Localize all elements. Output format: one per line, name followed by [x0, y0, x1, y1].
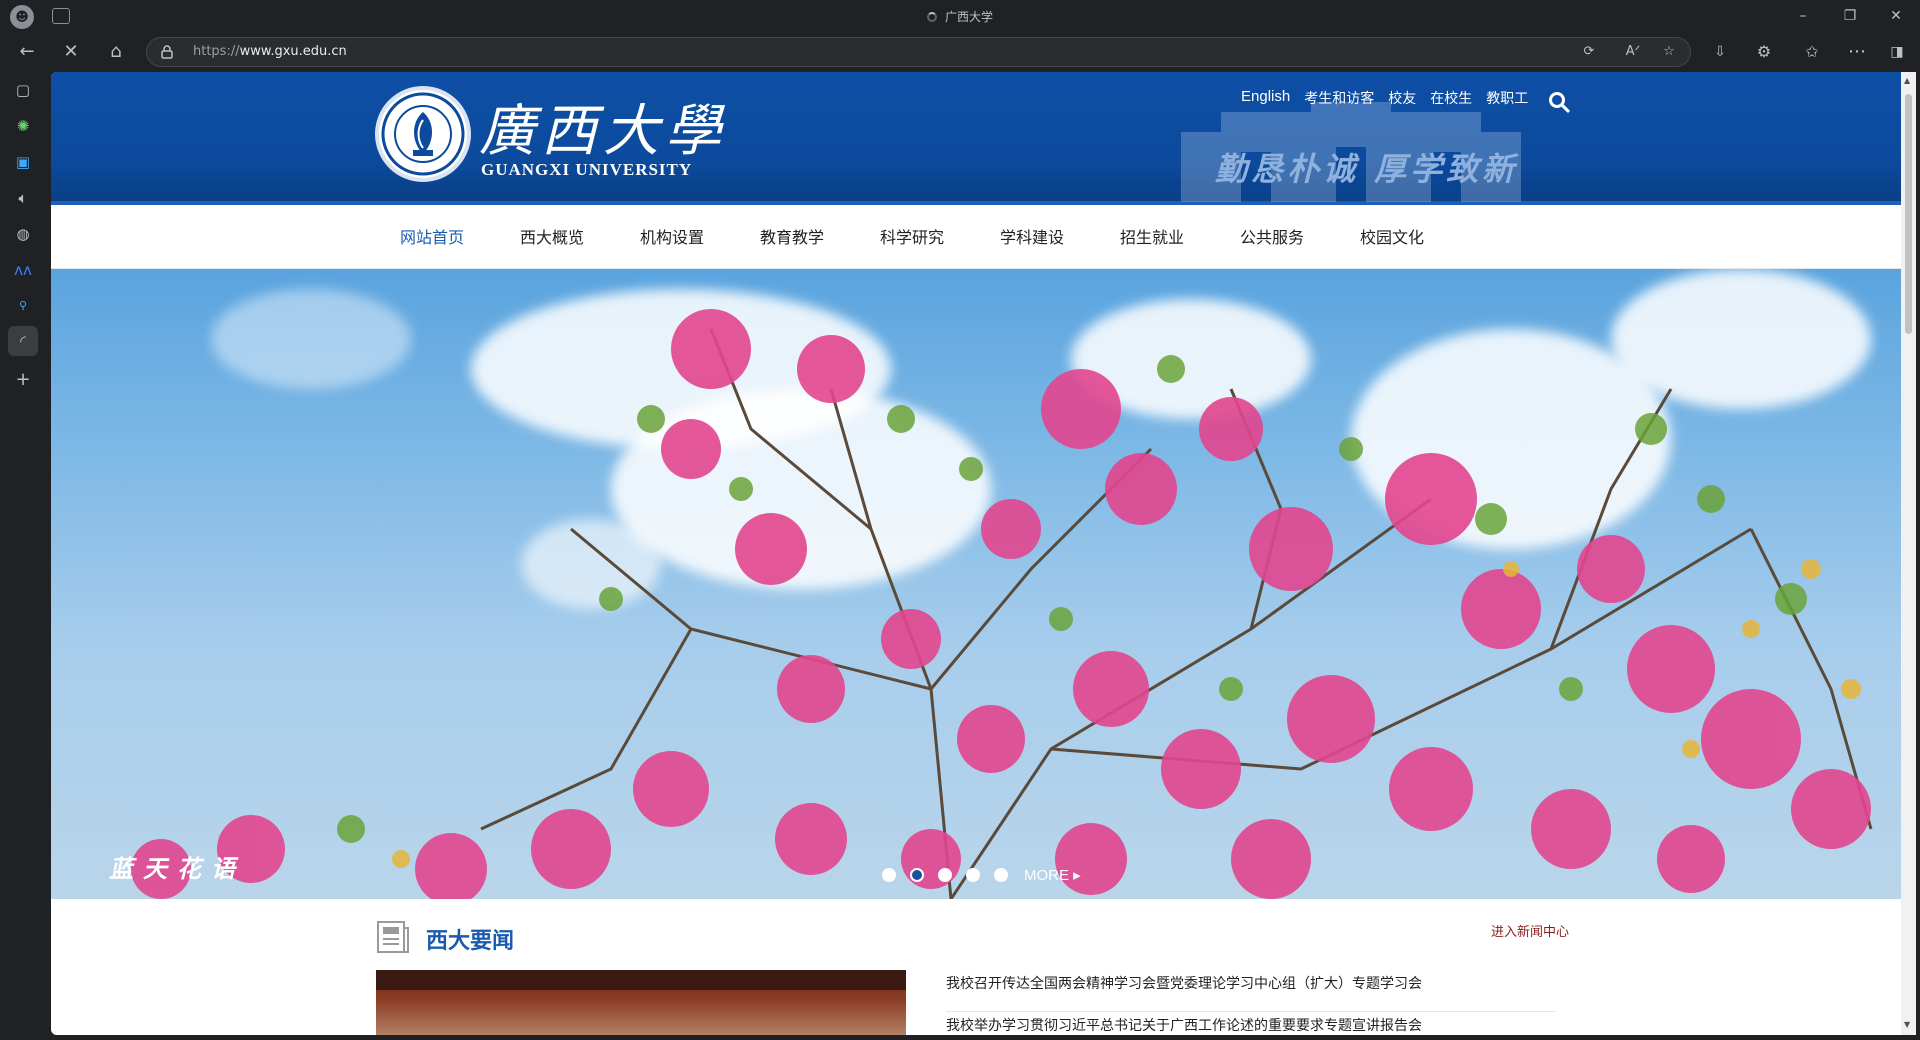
nav-admissions[interactable]: 招生就业: [1110, 209, 1230, 269]
downloads-icon[interactable]: ⇩: [1705, 38, 1735, 66]
restore-button[interactable]: ❐: [1830, 4, 1870, 28]
lock-icon[interactable]: [161, 45, 173, 59]
scroll-up-arrow-icon[interactable]: ▲: [1904, 76, 1910, 85]
news-feature-photo[interactable]: [376, 970, 906, 1035]
active-site-icon[interactable]: ◜: [8, 326, 38, 356]
news-item[interactable]: 我校举办学习贯彻习近平总书记关于广西工作论述的重要要求专题宣讲报告会: [946, 1012, 1556, 1035]
games-icon[interactable]: ✺: [11, 114, 35, 138]
nav-home[interactable]: 网站首页: [390, 209, 510, 269]
link-english[interactable]: English: [1241, 88, 1290, 108]
stop-loading-button[interactable]: ✕: [56, 38, 86, 66]
banner-caption: 蓝天花语: [109, 854, 245, 883]
add-app-icon[interactable]: +: [11, 368, 35, 392]
back-button[interactable]: ←: [12, 38, 42, 66]
flowering-tree-photo: [131, 309, 1873, 899]
university-seal-logo[interactable]: [375, 86, 471, 182]
nav-overview[interactable]: 西大概览: [510, 209, 630, 269]
browser-toolbar: ← ✕ ⌂ https://www.gxu.edu.cn ⟳ Aᐟ ☆ ⇩ ⚙ …: [0, 32, 1920, 72]
nav-public-services[interactable]: 公共服务: [1230, 209, 1350, 269]
carousel-dot[interactable]: [938, 868, 952, 882]
news-center-link[interactable]: 进入新闻中心: [1491, 921, 1569, 940]
read-aloud-icon[interactable]: Aᐟ: [1621, 41, 1645, 63]
carousel-dot-active[interactable]: [910, 868, 924, 882]
nav-disciplines[interactable]: 学科建设: [990, 209, 1110, 269]
scrollbar-thumb[interactable]: [1905, 94, 1912, 334]
app-icon[interactable]: ʌʌ: [11, 258, 35, 282]
carousel-dot[interactable]: [966, 868, 980, 882]
search-icon[interactable]: [1547, 90, 1571, 114]
scroll-down-arrow-icon[interactable]: ▼: [1904, 1020, 1910, 1029]
banner-more-link[interactable]: MORE ▸: [1024, 866, 1081, 884]
main-navigation: 网站首页 西大概览 机构设置 教育教学 科学研究 学科建设 招生就业 公共服务 …: [51, 209, 1901, 269]
url-text[interactable]: https://www.gxu.edu.cn: [193, 44, 347, 59]
hero-banner[interactable]: 蓝天花语 MORE ▸: [51, 269, 1901, 899]
news-item[interactable]: 我校召开传达全国两会精神学习会暨党委理论学习中心组（扩大）专题学习会: [946, 970, 1556, 1012]
tv-icon[interactable]: ▣: [11, 150, 35, 174]
globe-icon[interactable]: ◍: [11, 222, 35, 246]
speaker-icon[interactable]: 🔈︎: [11, 186, 35, 210]
link-students[interactable]: 在校生: [1430, 88, 1472, 108]
extensions-icon[interactable]: ⚙: [1749, 38, 1779, 66]
news-section-title: 西大要闻: [426, 928, 515, 953]
browser-sidebar: ▢ ✺ ▣ 🔈︎ ◍ ʌʌ ⚲ ◜ +: [0, 72, 46, 1040]
nav-research[interactable]: 科学研究: [870, 209, 990, 269]
translate-icon[interactable]: ⟳: [1577, 41, 1601, 63]
page-viewport: 廣西大學 GUANGXI UNIVERSITY 勤恳朴诚 厚学致新 Englis…: [51, 72, 1901, 1035]
sidebar-toggle-icon[interactable]: ◨: [1882, 38, 1912, 66]
window-title: 广西大学: [0, 8, 1920, 25]
newspaper-icon: [377, 921, 409, 953]
tab-title: 广西大学: [944, 10, 993, 24]
address-bar[interactable]: https://www.gxu.edu.cn ⟳ Aᐟ ☆: [146, 37, 1691, 67]
nav-education[interactable]: 教育教学: [750, 209, 870, 269]
loading-spinner-icon: [926, 12, 937, 22]
site-header: 廣西大學 GUANGXI UNIVERSITY 勤恳朴诚 厚学致新 Englis…: [51, 72, 1901, 205]
logo-english-name[interactable]: GUANGXI UNIVERSITY: [481, 160, 692, 180]
title-bar: ☻ 广西大学 – ❐ ✕: [0, 0, 1920, 32]
home-button[interactable]: ⌂: [101, 38, 131, 66]
more-menu-icon[interactable]: ⋯: [1842, 38, 1872, 66]
minimize-button[interactable]: –: [1783, 4, 1823, 28]
favorites-icon[interactable]: ✩: [1797, 38, 1827, 66]
link-staff[interactable]: 教职工: [1486, 88, 1528, 108]
link-applicants-visitors[interactable]: 考生和访客: [1304, 88, 1374, 108]
search-sidebar-icon[interactable]: ⚲: [11, 294, 35, 318]
nav-campus-culture[interactable]: 校园文化: [1350, 209, 1470, 269]
close-window-button[interactable]: ✕: [1876, 4, 1916, 28]
logo-chinese-name[interactable]: 廣西大學: [479, 86, 727, 167]
page-scrollbar[interactable]: ▲ ▼: [1901, 72, 1916, 1035]
carousel-indicators: MORE ▸: [882, 866, 1081, 884]
collections-icon[interactable]: ▢: [11, 78, 35, 102]
carousel-dot[interactable]: [882, 868, 896, 882]
carousel-dot[interactable]: [994, 868, 1008, 882]
top-links: English 考生和访客 校友 在校生 教职工: [1241, 88, 1528, 108]
favorite-star-icon[interactable]: ☆: [1657, 41, 1681, 63]
news-section: 西大要闻 进入新闻中心 我校召开传达全国两会精神学习会暨党委理论学习中心组（扩大…: [51, 899, 1901, 1035]
university-motto: 勤恳朴诚 厚学致新: [1215, 150, 1519, 188]
nav-organization[interactable]: 机构设置: [630, 209, 750, 269]
news-list: 我校召开传达全国两会精神学习会暨党委理论学习中心组（扩大）专题学习会 我校举办学…: [946, 970, 1556, 1035]
link-alumni[interactable]: 校友: [1388, 88, 1416, 108]
